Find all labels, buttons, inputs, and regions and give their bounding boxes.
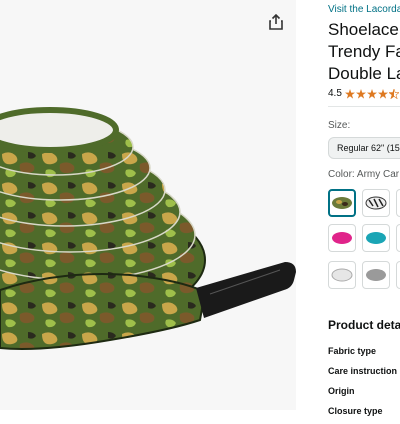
camo-lace-thumbnail (332, 197, 352, 209)
color-swatch-teal[interactable] (362, 224, 390, 252)
product-image[interactable] (0, 0, 296, 410)
detail-label-fabric-type: Fabric type (328, 346, 377, 356)
color-swatch-zebra[interactable] (362, 189, 390, 217)
star-full-icon (377, 88, 388, 99)
divider (328, 106, 400, 107)
detail-label-origin: Origin (328, 386, 355, 396)
color-swatch-light[interactable] (396, 261, 400, 289)
rating-value: 4.5 (328, 88, 342, 99)
white-lace-thumbnail (331, 268, 353, 282)
product-title-line-1: Shoelace (328, 20, 399, 39)
star-full-icon (355, 88, 366, 99)
size-select[interactable]: Regular 62" (15 (328, 137, 400, 159)
detail-label-closure-type: Closure type (328, 406, 383, 416)
product-image-pane[interactable] (0, 0, 296, 410)
product-title-line-2: Trendy Fa (328, 42, 400, 61)
color-swatch-white[interactable] (328, 261, 356, 289)
color-swatch-grey[interactable] (362, 261, 390, 289)
teal-lace-thumbnail (366, 232, 386, 244)
product-details-heading: Product deta (328, 318, 400, 332)
product-title-line-3: Double La (328, 64, 400, 83)
star-full-icon (344, 88, 355, 99)
grey-lace-thumbnail (366, 269, 386, 281)
star-full-icon (366, 88, 377, 99)
store-link[interactable]: Visit the Lacorda (328, 4, 400, 15)
zebra-lace-thumbnail (365, 196, 387, 210)
color-swatch-pink[interactable] (328, 224, 356, 252)
share-icon (269, 14, 283, 30)
color-swatch-black[interactable] (396, 189, 400, 217)
detail-label-care-instructions: Care instruction (328, 366, 398, 376)
product-info-pane: Visit the Lacorda Shoelace Trendy Fa Dou… (300, 0, 400, 424)
pink-lace-thumbnail (332, 232, 352, 244)
rating-row[interactable]: 4.5 (328, 88, 400, 99)
size-label: Size: (328, 120, 351, 131)
star-half-icon (388, 88, 399, 99)
share-button[interactable] (264, 10, 288, 34)
color-swatch-camo[interactable] (328, 189, 356, 217)
color-label: Color: Army Car (328, 169, 400, 180)
color-swatch-dark[interactable] (396, 224, 400, 252)
